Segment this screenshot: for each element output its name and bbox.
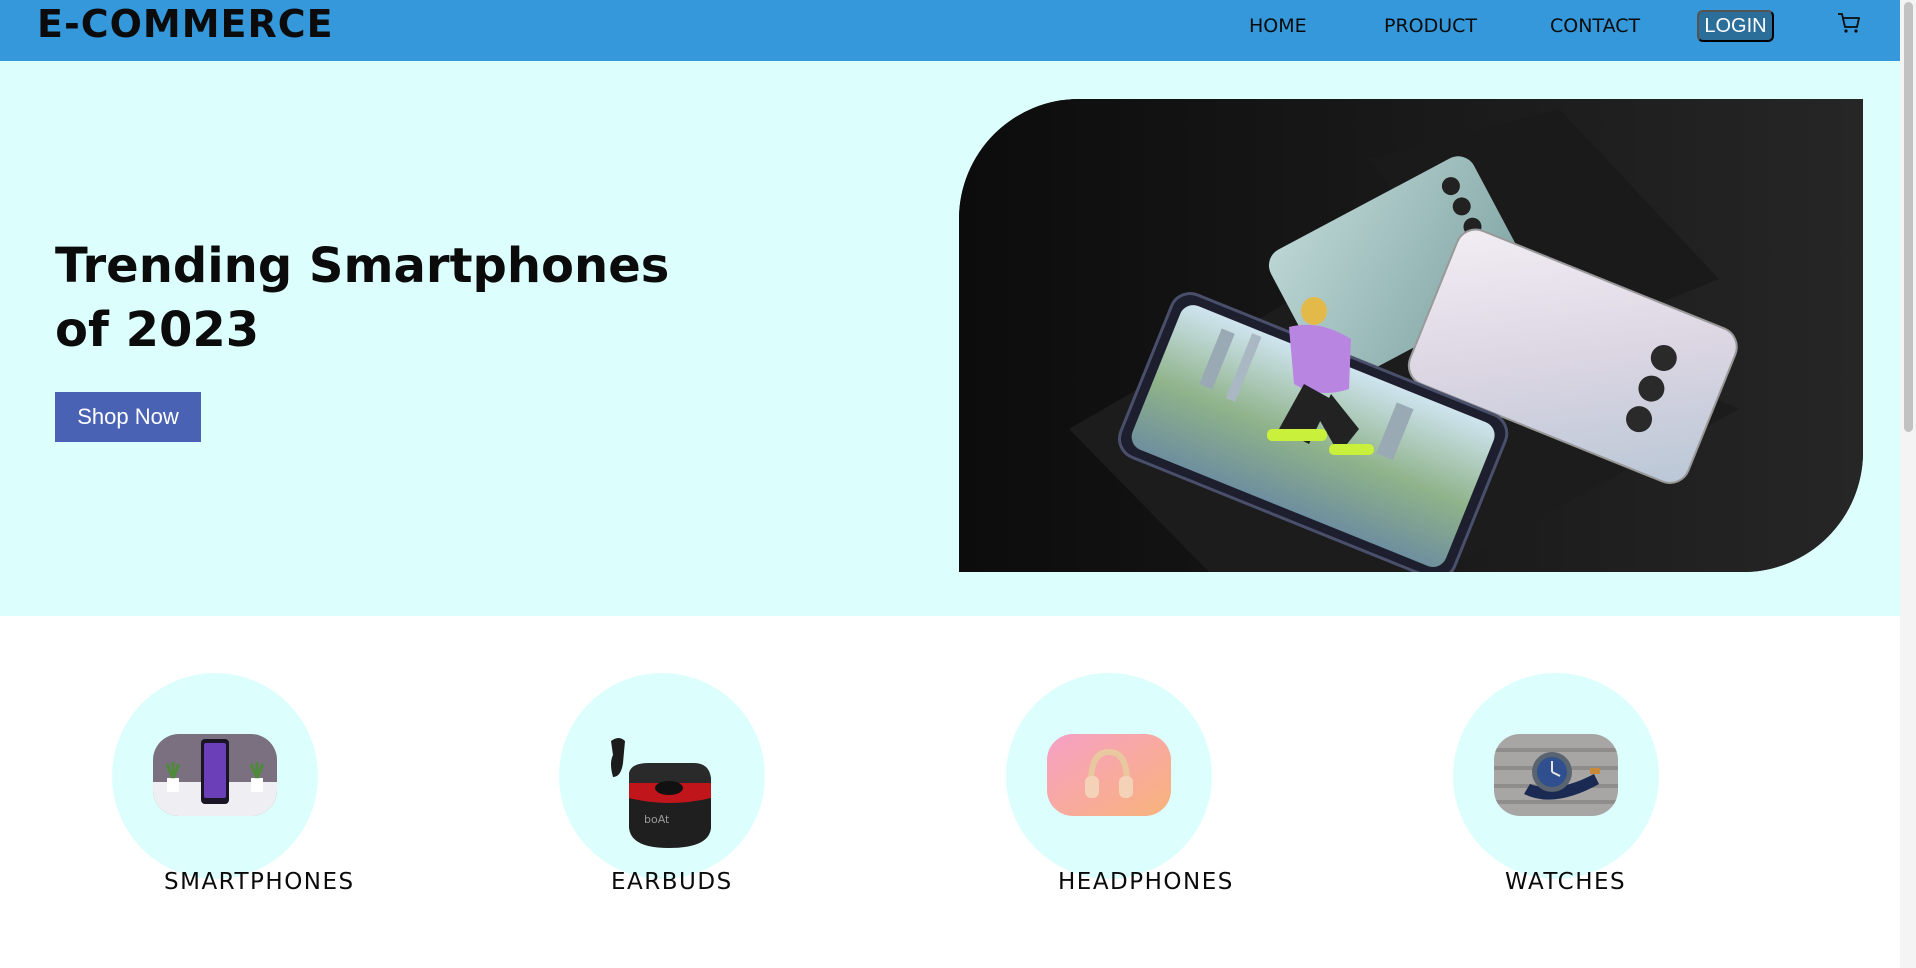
category-label: HEADPHONES: [1058, 869, 1234, 895]
hero-section: Trending Smartphones of 2023 Shop Now: [0, 61, 1900, 616]
cart-icon[interactable]: [1836, 10, 1862, 36]
page-scrollbar[interactable]: [1900, 0, 1916, 968]
scrollbar-thumb[interactable]: [1904, 2, 1913, 432]
category-label: WATCHES: [1505, 869, 1627, 895]
shop-now-button[interactable]: Shop Now: [55, 392, 201, 442]
earbuds-thumbnail: boAt: [599, 733, 729, 853]
category-circle[interactable]: boAt: [559, 673, 765, 879]
category-label: EARBUDS: [611, 869, 733, 895]
svg-text:boAt: boAt: [644, 813, 670, 826]
category-circle[interactable]: [1453, 673, 1659, 879]
navbar: E-COMMERCE HOME PRODUCT CONTACT LOGIN: [0, 0, 1900, 61]
login-button[interactable]: LOGIN: [1697, 10, 1774, 42]
category-circle[interactable]: [112, 673, 318, 879]
brand-logo[interactable]: E-COMMERCE: [37, 2, 334, 46]
hero-phones-image: [959, 99, 1863, 572]
nav-home-link[interactable]: HOME: [1249, 15, 1307, 37]
hero-title: Trending Smartphones of 2023: [55, 238, 670, 358]
watch-thumbnail: [1494, 734, 1618, 816]
category-circle[interactable]: [1006, 673, 1212, 879]
headphones-thumbnail: [1047, 734, 1171, 816]
category-label: SMARTPHONES: [164, 869, 355, 895]
nav-contact-link[interactable]: CONTACT: [1550, 15, 1640, 37]
nav-product-link[interactable]: PRODUCT: [1384, 15, 1477, 37]
smartphone-thumbnail: [153, 734, 277, 816]
